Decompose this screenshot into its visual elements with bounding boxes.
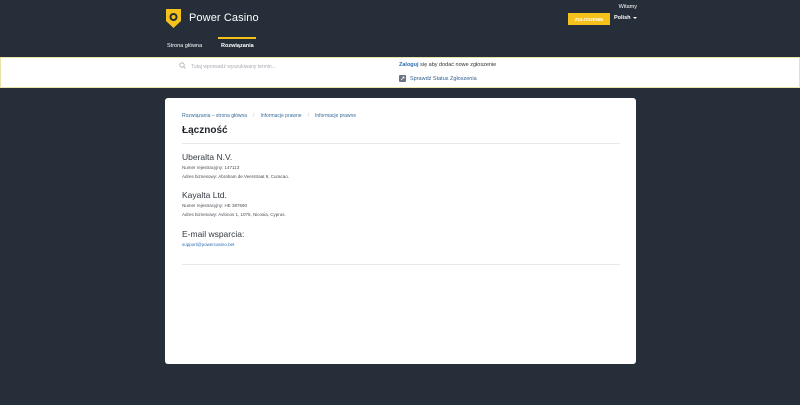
breadcrumb: Rozwiązania – strona główna / Informacje… [182, 113, 356, 119]
tab-home[interactable]: Strona główna [167, 43, 202, 49]
tab-solutions[interactable]: Rozwiązania [221, 43, 254, 49]
login-prompt: Zaloguj się aby dodać nowe zgłoszenie [399, 62, 496, 68]
support-email-heading: E-mail wsparcia: [182, 229, 245, 239]
company-name: Uberalta N.V. [182, 152, 233, 162]
divider [182, 264, 620, 265]
ticket-status-icon [399, 75, 406, 82]
brand-name[interactable]: Power Casino [189, 12, 259, 24]
login-link[interactable]: Zaloguj [399, 62, 419, 68]
breadcrumb-separator: / [253, 113, 255, 119]
article-card: Rozwiązania – strona główna / Informacje… [165, 98, 636, 364]
search-input[interactable] [191, 62, 381, 71]
language-selector[interactable]: Polish [614, 15, 637, 21]
check-status-link[interactable]: Sprawdź Status Zgłoszenia [410, 76, 477, 82]
check-status-row[interactable]: Sprawdź Status Zgłoszenia [399, 75, 477, 82]
submit-request-button[interactable]: ZGŁOSZENIE [568, 13, 610, 25]
breadcrumb-item[interactable]: Informacje prawne [260, 113, 301, 119]
registration-number: Numer rejestracyjny: HE 387690 [182, 203, 248, 208]
breadcrumb-item[interactable]: Rozwiązania – strona główna [182, 113, 247, 119]
chevron-down-icon [632, 17, 637, 19]
business-address: Adres biznesowy: Avlonos 1, 1075, Nicosi… [182, 212, 286, 217]
business-address: Adres biznesowy: Abraham de Veerstraat 9… [182, 174, 290, 179]
site-header: Power Casino Witamy ZGŁOSZENIE Polish St… [0, 0, 800, 57]
page-title: Łączność [182, 125, 228, 136]
company-name: Kayalta Ltd. [182, 190, 227, 200]
brand-logo-icon[interactable] [165, 8, 182, 29]
search-icon [179, 62, 186, 69]
support-email-link[interactable]: support@powercasino.bet [182, 242, 234, 247]
welcome-text: Witamy [618, 4, 637, 10]
breadcrumb-item[interactable]: Informacje prawne [315, 113, 356, 119]
divider [182, 143, 620, 144]
breadcrumb-separator: / [307, 113, 309, 119]
registration-number: Numer rejestracyjny: 147113 [182, 165, 240, 170]
language-label: Polish [614, 15, 631, 21]
active-tab-indicator [218, 37, 256, 39]
login-prompt-text: się aby dodać nowe zgłoszenie [418, 62, 497, 68]
